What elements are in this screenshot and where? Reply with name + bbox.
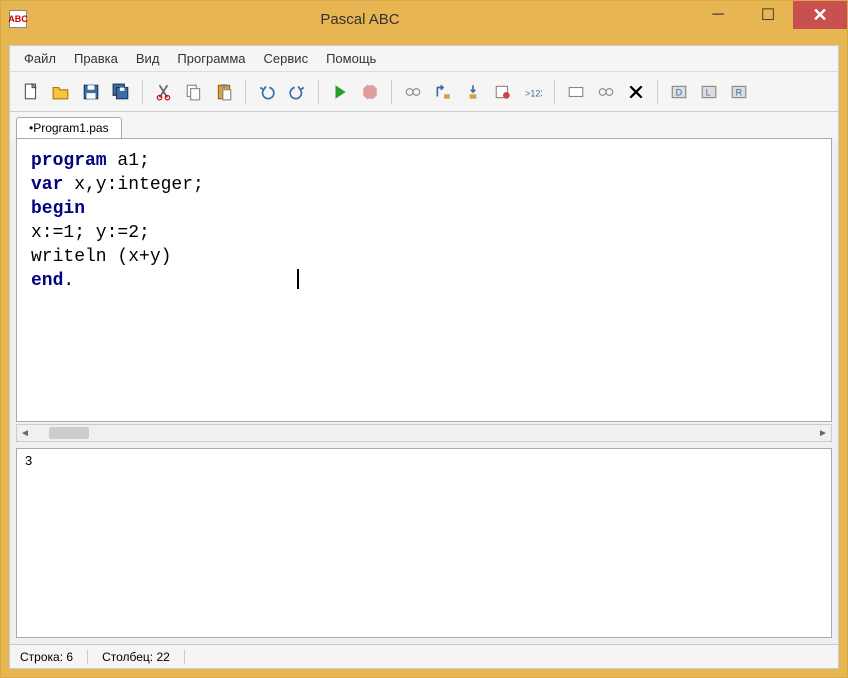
menu-edit[interactable]: Правка [66,48,126,69]
breakpoint-button[interactable] [490,79,516,105]
tab-program1[interactable]: •Program1.pas [16,117,122,138]
status-col-value: 22 [156,650,169,664]
scroll-thumb[interactable] [49,427,89,439]
tool-d3-icon: R [730,83,748,101]
redo-icon [288,83,306,101]
inner-frame: Файл Правка Вид Программа Сервис Помощь [9,45,839,669]
app-icon: ABC [9,10,27,28]
code-keyword: var [31,175,63,195]
toolbar-separator [142,80,143,104]
code-text: writeln (x+y) [31,247,171,267]
copy-button[interactable] [181,79,207,105]
save-all-icon [112,83,130,101]
toolbar-separator [657,80,658,104]
scroll-left-arrow[interactable]: ◄ [17,425,33,441]
cut-icon [155,83,173,101]
status-line: Строка: 6 [20,650,88,664]
step-into-button[interactable] [460,79,486,105]
toolbar-separator [391,80,392,104]
menu-program[interactable]: Программа [169,48,253,69]
window-controls: ─ ☐ ✕ [693,1,847,37]
toolbar-separator [554,80,555,104]
locals-button[interactable] [593,79,619,105]
step-over-icon [434,83,452,101]
main-window: ABC Pascal ABC ─ ☐ ✕ Файл Правка Вид Про… [0,0,848,678]
tool-d2-icon: L [700,83,718,101]
redo-button[interactable] [284,79,310,105]
code-keyword: end [31,271,63,291]
breakpoint-icon [494,83,512,101]
code-text: x:=1; y:=2; [31,223,150,243]
statusbar: Строка: 6 Столбец: 22 [10,644,838,668]
minimize-button[interactable]: ─ [693,1,743,29]
tool-d3-button[interactable]: R [726,79,752,105]
status-line-value: 6 [66,650,73,664]
eval-button[interactable]: >123 [520,79,546,105]
save-button[interactable] [78,79,104,105]
tool-d2-button[interactable]: L [696,79,722,105]
menubar: Файл Правка Вид Программа Сервис Помощь [10,46,838,72]
open-file-icon [52,83,70,101]
save-all-button[interactable] [108,79,134,105]
new-file-icon [22,83,40,101]
menu-file[interactable]: Файл [16,48,64,69]
eval-icon: >123 [524,83,542,101]
step-button[interactable] [400,79,426,105]
new-file-button[interactable] [18,79,44,105]
stop-button[interactable] [357,79,383,105]
window-title: Pascal ABC [27,11,693,28]
locals-icon [597,83,615,101]
paste-button[interactable] [211,79,237,105]
code-editor[interactable]: program a1; var x,y:integer; begin x:=1;… [16,138,832,422]
maximize-button[interactable]: ☐ [743,1,793,29]
delete-button[interactable] [623,79,649,105]
open-file-button[interactable] [48,79,74,105]
text-cursor [297,269,299,289]
status-column: Столбец: 22 [102,650,185,664]
undo-button[interactable] [254,79,280,105]
svg-text:R: R [736,87,743,97]
code-text: . [63,271,74,291]
tabbar: •Program1.pas [10,112,838,138]
titlebar: ABC Pascal ABC ─ ☐ ✕ [1,1,847,37]
tool-d1-icon: D [670,83,688,101]
status-line-label: Строка: [20,650,63,664]
tool-d1-button[interactable]: D [666,79,692,105]
svg-text:L: L [706,87,711,97]
content-border: Файл Правка Вид Программа Сервис Помощь [1,37,847,677]
copy-icon [185,83,203,101]
code-keyword: begin [31,199,85,219]
horizontal-scrollbar[interactable]: ◄ ► [16,424,832,442]
step-into-icon [464,83,482,101]
menu-view[interactable]: Вид [128,48,168,69]
save-icon [82,83,100,101]
run-button[interactable] [327,79,353,105]
output-panel[interactable]: 3 [16,448,832,638]
svg-text:D: D [676,87,683,97]
cut-button[interactable] [151,79,177,105]
paste-icon [215,83,233,101]
code-text: x,y:integer; [63,175,203,195]
code-keyword: program [31,151,107,171]
close-button[interactable]: ✕ [793,1,847,29]
code-text: a1; [107,151,150,171]
menu-service[interactable]: Сервис [256,48,317,69]
menu-help[interactable]: Помощь [318,48,384,69]
run-icon [331,83,349,101]
toolbar-separator [318,80,319,104]
step-over-button[interactable] [430,79,456,105]
status-col-label: Столбец: [102,650,153,664]
stop-icon [361,83,379,101]
output-text: 3 [25,453,823,468]
watch-button[interactable] [563,79,589,105]
undo-icon [258,83,276,101]
scroll-right-arrow[interactable]: ► [815,425,831,441]
toolbar: >123 D L R [10,72,838,112]
watch-icon [567,83,585,101]
delete-icon [627,83,645,101]
step-icon [404,83,422,101]
toolbar-separator [245,80,246,104]
editor-panel: program a1; var x,y:integer; begin x:=1;… [10,138,838,644]
svg-text:>123: >123 [525,88,542,98]
